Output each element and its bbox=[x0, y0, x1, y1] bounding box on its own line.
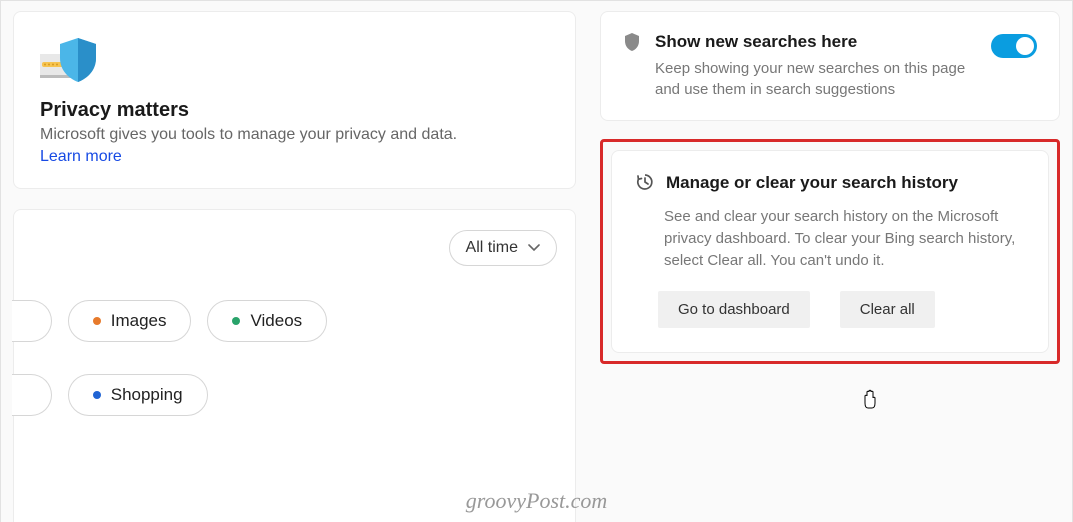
chip-partial[interactable] bbox=[12, 374, 52, 416]
manage-history-card: Manage or clear your search history See … bbox=[611, 150, 1049, 353]
privacy-shield-icon bbox=[40, 32, 549, 89]
show-searches-title: Show new searches here bbox=[655, 32, 977, 52]
chip-label: Videos bbox=[250, 311, 302, 331]
learn-more-link[interactable]: Learn more bbox=[40, 148, 122, 165]
privacy-heading: Privacy matters bbox=[40, 99, 549, 122]
manage-history-title: Manage or clear your search history bbox=[666, 173, 958, 193]
show-searches-toggle[interactable] bbox=[991, 34, 1037, 58]
dot-icon bbox=[93, 317, 101, 325]
chip-images[interactable]: Images bbox=[68, 300, 192, 342]
clear-all-button[interactable]: Clear all bbox=[840, 291, 935, 328]
chip-videos[interactable]: Videos bbox=[207, 300, 327, 342]
history-icon bbox=[636, 173, 654, 196]
manage-history-description: See and clear your search history on the… bbox=[664, 206, 1024, 271]
category-chips: Images Videos Shopping bbox=[32, 300, 557, 416]
chip-shopping[interactable]: Shopping bbox=[68, 374, 208, 416]
toggle-knob bbox=[1016, 37, 1034, 55]
chip-label: Images bbox=[111, 311, 167, 331]
chip-label: Shopping bbox=[111, 385, 183, 405]
time-filter-dropdown[interactable]: All time bbox=[449, 230, 557, 266]
filter-card: All time Images Videos bbox=[13, 209, 576, 522]
highlight-annotation: Manage or clear your search history See … bbox=[600, 139, 1060, 364]
dot-icon bbox=[232, 317, 240, 325]
time-filter-label: All time bbox=[466, 239, 518, 257]
privacy-description: Microsoft gives you tools to manage your… bbox=[40, 126, 549, 144]
show-searches-card: Show new searches here Keep showing your… bbox=[600, 11, 1060, 121]
shield-icon bbox=[623, 32, 641, 57]
go-to-dashboard-button[interactable]: Go to dashboard bbox=[658, 291, 810, 328]
chip-partial[interactable] bbox=[12, 300, 52, 342]
chevron-down-icon bbox=[528, 244, 540, 252]
privacy-card: Privacy matters Microsoft gives you tool… bbox=[13, 11, 576, 189]
dot-icon bbox=[93, 391, 101, 399]
show-searches-description: Keep showing your new searches on this p… bbox=[655, 58, 977, 100]
